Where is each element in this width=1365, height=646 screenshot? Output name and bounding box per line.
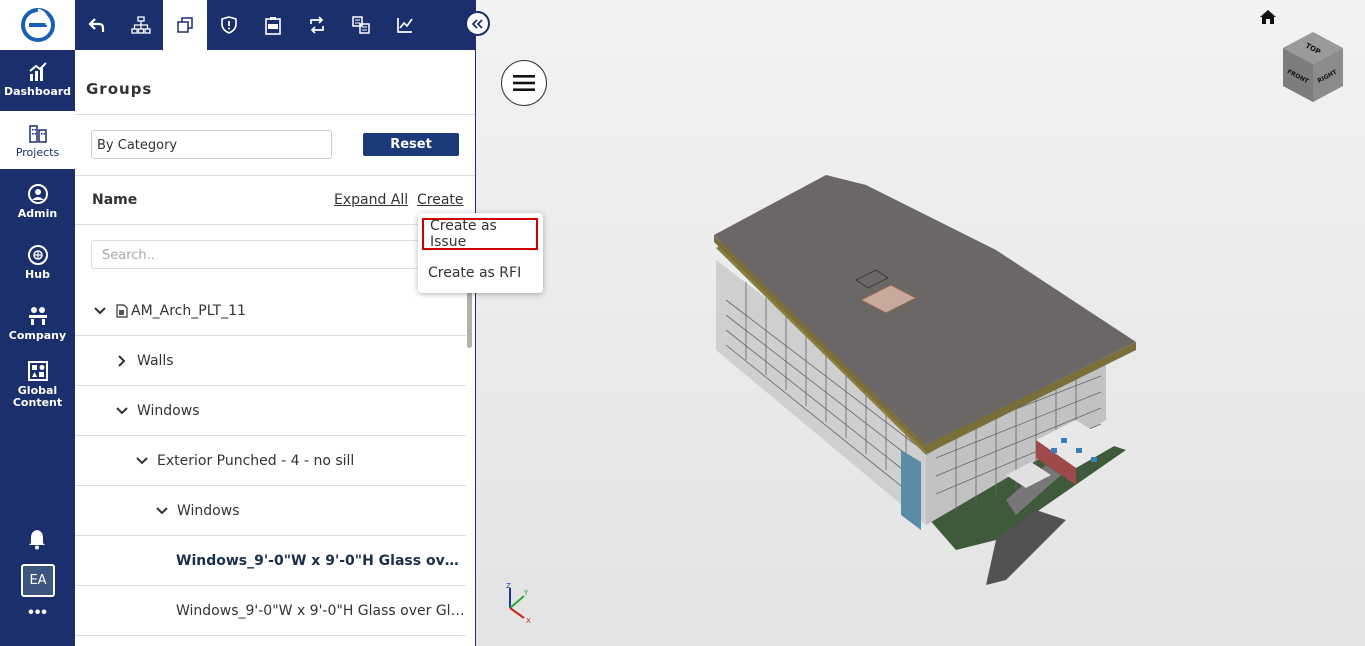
chevron-down-icon[interactable] (135, 454, 149, 468)
more-menu-icon[interactable]: ••• (25, 604, 51, 624)
create-as-issue-item[interactable]: Create as Issue (422, 218, 538, 250)
create-dropdown-menu: Create as Issue Create as RFI (418, 213, 543, 293)
create-as-rfi-item[interactable]: Create as RFI (422, 257, 538, 289)
shield-issue-icon (221, 16, 237, 34)
sync-icon (310, 16, 324, 34)
global-content-icon (27, 360, 49, 382)
app-logo[interactable] (0, 0, 75, 50)
markup-chart-icon (397, 18, 413, 33)
model-viewer[interactable]: TOP FRONT RIGHT Z Y X (476, 0, 1365, 646)
nav-label: Global Content (12, 383, 63, 409)
groups-icon (177, 17, 193, 33)
nav-label: Company (8, 328, 67, 342)
nav-global-content[interactable]: Global Content (0, 352, 75, 416)
rfi-clipboard-icon (265, 17, 281, 35)
left-navigation: Dashboard Projects Admin Hub Company Glo… (0, 0, 75, 646)
axis-z-label: Z (506, 582, 511, 590)
divider (75, 175, 475, 176)
viewer-toolbar (75, 0, 476, 50)
panel-scrollbar[interactable] (467, 288, 472, 348)
nav-projects[interactable]: Projects (0, 111, 75, 169)
nav-label: Projects (15, 145, 60, 159)
axis-x-label: X (526, 617, 531, 624)
expand-all-link[interactable]: Expand All (334, 192, 408, 208)
nav-label: Dashboard (3, 84, 72, 98)
tree-row-label: Windows_9'-0"W x 9'-0"H Glass over Glass… (176, 602, 466, 619)
chevron-right-icon[interactable] (115, 354, 129, 368)
projects-building-icon (27, 122, 49, 144)
viewcube[interactable]: TOP FRONT RIGHT (1281, 30, 1345, 104)
tree-row-label: Windows (137, 402, 200, 419)
back-arrow-icon (88, 18, 105, 32)
chevron-down-icon[interactable] (93, 304, 107, 318)
nav-dashboard[interactable]: Dashboard (0, 50, 75, 108)
model-file-icon (116, 303, 128, 318)
markup-button[interactable] (383, 0, 427, 50)
nav-label: Hub (25, 267, 50, 281)
search-input[interactable]: Search.. (91, 240, 451, 269)
nav-company[interactable]: Company (0, 294, 75, 352)
nav-admin[interactable]: Admin (0, 172, 75, 230)
chevron-down-icon[interactable] (115, 404, 129, 418)
hierarchy-tree-icon (131, 16, 151, 34)
tree-row[interactable]: Windows (75, 386, 466, 436)
tree-row[interactable]: Windows (75, 486, 466, 536)
model-tree-button[interactable] (119, 0, 163, 50)
issues-button[interactable] (207, 0, 251, 50)
hub-globe-icon (27, 244, 49, 266)
collapse-panel-button[interactable] (465, 11, 490, 36)
bell-icon[interactable] (26, 528, 48, 550)
sync-button[interactable] (295, 0, 339, 50)
tree-row-label: Walls (137, 352, 174, 369)
curtain-wall (901, 450, 921, 530)
company-people-icon (27, 305, 49, 327)
create-link[interactable]: Create (417, 192, 464, 208)
name-column-header: Name (92, 192, 138, 208)
axis-triad: Z Y X (506, 582, 531, 624)
axis-y-label: Y (523, 589, 529, 597)
logo-icon (20, 8, 55, 42)
compare-button[interactable] (339, 0, 383, 50)
chevron-down-icon[interactable] (155, 504, 169, 518)
rfi-button[interactable] (251, 0, 295, 50)
tree-row-label: Windows_9'-0"W x 9'-0"H Glass over Gla… (176, 552, 466, 569)
tree-row[interactable]: Windows_9'-0"W x 9'-0"H Glass over Glass… (75, 586, 466, 636)
tree-row[interactable]: AM_Arch_PLT_11 (75, 286, 466, 336)
tree-row-label: Exterior Punched - 4 - no sill (157, 452, 355, 469)
divider (75, 224, 475, 225)
groups-panel: Groups By Category Reset Name Expand All… (75, 50, 476, 646)
hamburger-icon (513, 75, 535, 91)
divider (75, 114, 475, 115)
groups-button[interactable] (163, 0, 207, 50)
tree-row[interactable]: Walls (75, 336, 466, 386)
nav-label: Admin (17, 206, 58, 220)
tree-row[interactable]: Exterior Punched - 4 - no sill (75, 436, 466, 486)
tree-row-label: Windows (177, 502, 240, 519)
group-by-select[interactable]: By Category (91, 130, 332, 159)
nav-hub[interactable]: Hub (0, 233, 75, 291)
tree-row-selected[interactable]: Windows_9'-0"W x 9'-0"H Glass over Gla… (75, 536, 466, 586)
double-chevron-left-icon (471, 18, 483, 29)
viewer-menu-button[interactable] (501, 60, 547, 106)
home-view-icon[interactable] (1259, 9, 1277, 25)
admin-gear-icon (27, 183, 49, 205)
tree-row-label: AM_Arch_PLT_11 (131, 302, 246, 319)
reset-button[interactable]: Reset (363, 133, 459, 156)
back-button[interactable] (75, 0, 119, 50)
user-avatar[interactable]: EA (21, 564, 55, 597)
building-3d-model[interactable] (706, 170, 1156, 590)
dashboard-chart-icon (27, 61, 49, 83)
panel-title: Groups (86, 80, 153, 98)
compare-icon (352, 16, 370, 34)
